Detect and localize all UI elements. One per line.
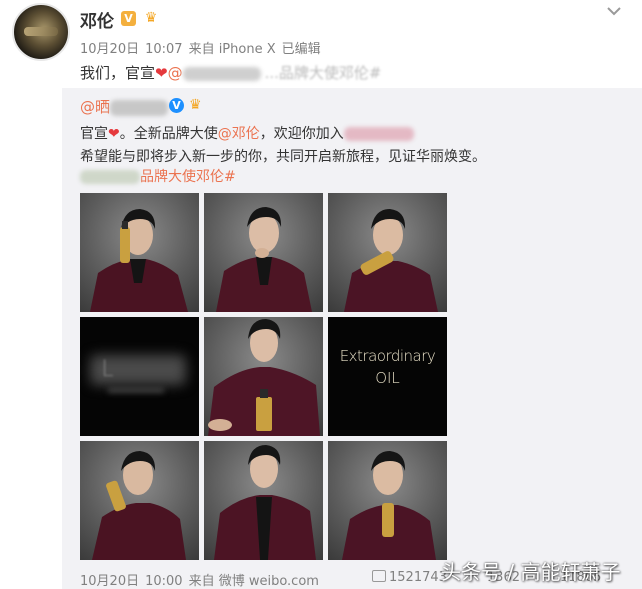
portrait-image <box>342 451 436 560</box>
brand-letter: L <box>101 357 114 382</box>
avatar-image <box>24 27 58 36</box>
photo-2[interactable] <box>204 193 323 312</box>
repost-username[interactable]: @晒 <box>80 96 169 117</box>
repost-line-1: 官宣❤。全新品牌大使@邓伦，欢迎你加入 <box>80 123 414 143</box>
portrait-image <box>216 207 312 312</box>
post-text-prefix: 我们，官宣 <box>80 64 156 82</box>
post-edited[interactable]: 已编辑 <box>282 42 321 57</box>
heart-icon: ❤ <box>108 126 120 142</box>
verified-badge-icon: V <box>121 11 136 26</box>
photo-7[interactable] <box>80 441 199 560</box>
photo-9[interactable] <box>328 441 447 560</box>
heart-icon: ❤ <box>155 64 168 82</box>
blurred-logo-sub <box>108 387 164 393</box>
blurred-username <box>110 99 169 116</box>
blurred-mention <box>182 66 261 81</box>
repost-topic[interactable]: 品牌大使邓伦# <box>140 169 236 185</box>
photo-5[interactable] <box>204 317 323 436</box>
author-avatar[interactable] <box>12 3 70 61</box>
blurred-topic <box>80 170 140 184</box>
repost-line-3: 品牌大使邓伦# <box>80 166 236 186</box>
photo-4-brand-logo[interactable]: L <box>80 317 199 436</box>
repost-date[interactable]: 10月20日 <box>80 574 139 589</box>
repost-footer-meta: 10月20日 10:00 来自 微博 weibo.com <box>80 570 325 589</box>
share-icon[interactable] <box>372 570 386 582</box>
repost-mention[interactable]: @邓伦 <box>218 126 260 142</box>
repost-user-prefix: @ <box>80 98 95 116</box>
repost-user-visible: 晒 <box>95 98 111 116</box>
portrait-image <box>214 445 316 560</box>
repost-text-b: 。全新品牌大使 <box>119 126 218 142</box>
portrait-image <box>92 451 186 560</box>
post-source: 来自 iPhone X <box>188 42 276 57</box>
blurred-brand <box>343 127 414 141</box>
portrait-image <box>90 209 188 312</box>
photo-3[interactable] <box>328 193 447 312</box>
photo-1[interactable] <box>80 193 199 312</box>
repost-line-2: 希望能与即将步入新一步的你，共同开启新旅程，见证华丽焕变。 <box>80 149 486 165</box>
repost-text-a: 官宣 <box>80 126 108 142</box>
post-time[interactable]: 10:07 <box>145 42 182 57</box>
blue-verified-icon: V <box>169 98 184 113</box>
post-text: 我们，官宣❤@ ...品牌大使邓伦# <box>80 62 381 83</box>
weibo-post: 邓伦 V ♛ 10月20日 10:07 来自 iPhone X 已编辑 我们，官宣❤@… <box>0 0 642 589</box>
post-topic[interactable]: ...品牌大使邓伦# <box>265 64 382 82</box>
post-mention[interactable]: @ <box>168 64 183 82</box>
crown-icon: ♛ <box>144 10 158 26</box>
author-name[interactable]: 邓伦 <box>80 7 114 32</box>
chevron-down-icon[interactable] <box>607 6 621 16</box>
photo-6-extraordinary-oil[interactable]: Extraordinary OIL <box>328 317 447 436</box>
photo-grid: L Extraordinary OIL <box>80 193 448 561</box>
post-date[interactable]: 10月20日 <box>80 42 139 57</box>
portrait-image <box>208 319 320 436</box>
crown-icon: ♛ <box>189 97 202 113</box>
repost-text-c: ，欢迎你加入 <box>259 126 344 142</box>
extraordinary-text: Extraordinary <box>339 347 436 365</box>
portrait-image <box>344 209 438 312</box>
photo-8[interactable] <box>204 441 323 560</box>
share-count[interactable]: 1521743 <box>389 570 447 585</box>
repost-source: 来自 微博 weibo.com <box>188 574 319 589</box>
oil-text: OIL <box>375 369 400 387</box>
post-meta: 10月20日 10:07 来自 iPhone X 已编辑 <box>80 38 327 57</box>
repost-time[interactable]: 10:00 <box>145 574 182 589</box>
watermark: 头条号 / 高能轩萧子 <box>441 560 621 584</box>
